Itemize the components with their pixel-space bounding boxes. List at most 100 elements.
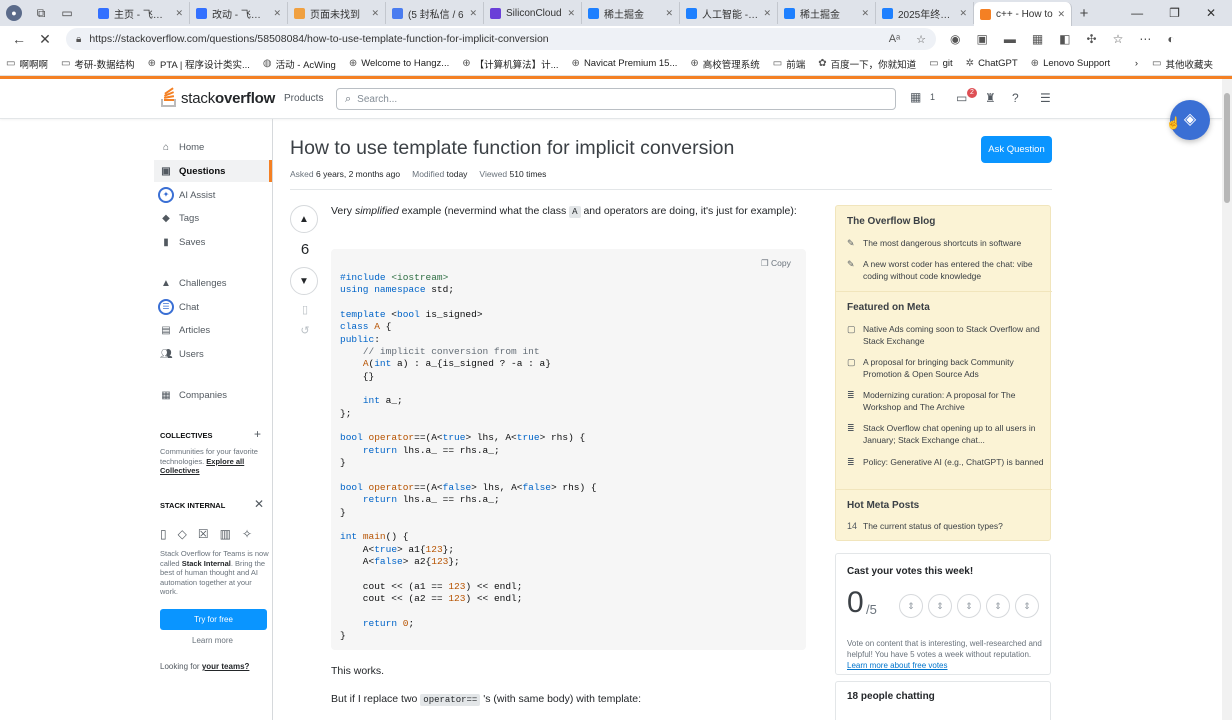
new-tab-icon[interactable]: + xyxy=(1072,5,1096,22)
chat-heading[interactable]: 18 people chatting xyxy=(847,691,935,702)
extensions-puzzle-icon[interactable]: ✣ xyxy=(1087,32,1097,46)
workspaces-icon[interactable]: ⧉ xyxy=(34,6,48,20)
browser-tab-active[interactable]: c++ - How to ✕ xyxy=(974,2,1072,26)
close-tab-icon[interactable]: ✕ xyxy=(469,8,477,19)
scrollbar-thumb[interactable] xyxy=(1224,93,1230,203)
chevron-right-icon[interactable]: › xyxy=(1135,58,1138,69)
browser-tab[interactable]: 改动 - 飞书云 ✕ xyxy=(190,2,288,24)
bookmark-item[interactable]: ▭ 考研-数据结构 xyxy=(61,57,135,71)
browser-tab[interactable]: 稀土掘金 ✕ xyxy=(778,2,876,24)
try-for-free-button[interactable]: Try for free xyxy=(160,609,267,630)
question-title[interactable]: How to use template function for implici… xyxy=(290,137,734,160)
nav-chat[interactable]: ☰ Chat xyxy=(154,296,272,318)
close-tab-icon[interactable]: ✕ xyxy=(371,8,379,19)
browser-tab[interactable]: 2025年终总结 ✕ xyxy=(876,2,974,24)
tab-actions-icon[interactable]: ▭ xyxy=(60,6,74,20)
nav-articles[interactable]: ▤ Articles xyxy=(154,319,272,341)
nav-challenges[interactable]: ▲ Challenges xyxy=(154,272,272,294)
browser-tab[interactable]: 稀土掘金 ✕ xyxy=(582,2,680,24)
add-collective-icon[interactable]: + xyxy=(254,427,261,441)
nav-companies[interactable]: ▦ Companies xyxy=(154,384,272,406)
browser-tab[interactable]: 人工智能 - 掘 ✕ xyxy=(680,2,778,24)
save-bookmark-icon[interactable]: ▯ xyxy=(290,303,320,316)
user-avatar-icon[interactable]: ▦ xyxy=(910,90,921,104)
nav-home[interactable]: ⌂ Home xyxy=(154,136,272,158)
help-icon[interactable]: ? xyxy=(1012,91,1019,105)
close-tab-icon[interactable]: ✕ xyxy=(665,8,673,19)
bookmark-item[interactable]: ⊕ 高校管理系统 xyxy=(690,57,759,71)
search-input[interactable]: ⌕ Search... xyxy=(336,88,896,110)
inbox-icon[interactable]: ▭ xyxy=(956,91,967,105)
close-tab-icon[interactable]: ✕ xyxy=(175,8,183,19)
meta-item[interactable]: ≣ Modernizing curation: A proposal for Th… xyxy=(847,389,1045,413)
extension-image-icon[interactable]: ▦ xyxy=(1032,32,1043,46)
close-tab-icon[interactable]: ✕ xyxy=(959,8,967,19)
bookmark-item[interactable]: ▭ 前端 xyxy=(773,57,805,71)
profile-avatar-icon[interactable]: ● xyxy=(6,5,22,21)
copilot-sidebar-icon[interactable]: ◐ xyxy=(1167,32,1174,46)
downvote-button[interactable]: ▼ xyxy=(290,267,318,295)
your-teams-link[interactable]: your teams? xyxy=(202,662,250,671)
free-votes-link[interactable]: Learn more about free votes xyxy=(847,661,948,670)
bookmark-item[interactable]: ⊕ PTA | 程序设计类实... xyxy=(148,57,250,71)
page-scrollbar[interactable] xyxy=(1222,79,1232,720)
close-tab-icon[interactable]: ✕ xyxy=(567,8,575,19)
browser-tab[interactable]: (5 封私信 / 6 ✕ xyxy=(386,2,484,24)
blog-item[interactable]: ✎ The most dangerous shortcuts in softwar… xyxy=(847,237,1045,249)
nav-tags[interactable]: ◆ Tags xyxy=(154,207,272,229)
modified-value[interactable]: today xyxy=(447,169,468,179)
url-field[interactable]: 🔒︎ https://stackoverflow.com/questions/5… xyxy=(66,28,936,50)
bookmark-item[interactable]: ◍ 活动 - AcWing xyxy=(263,57,336,71)
meta-item[interactable]: ▢ Native Ads coming soon to Stack Overflo… xyxy=(847,323,1045,347)
copy-button[interactable]: ❐ Copy xyxy=(761,258,791,269)
minimize-icon[interactable]: — xyxy=(1131,6,1143,20)
back-icon[interactable]: ← xyxy=(6,31,32,47)
restore-icon[interactable]: ❐ xyxy=(1169,6,1180,20)
achievements-trophy-icon[interactable]: ♜ xyxy=(985,91,996,105)
other-bookmarks[interactable]: ▭ 其他收藏夹 xyxy=(1152,57,1213,71)
bookmark-item[interactable]: ✲ ChatGPT xyxy=(966,58,1018,69)
browser-tab[interactable]: 页面未找到 ✕ xyxy=(288,2,386,24)
hot-meta-item[interactable]: 14 The current status of question types? xyxy=(847,520,1045,532)
products-link[interactable]: Products xyxy=(284,93,323,104)
browser-tab[interactable]: 主页 - 飞书云 ✕ xyxy=(92,2,190,24)
nav-saves[interactable]: ▮ Saves xyxy=(154,231,272,253)
blog-item[interactable]: ✎ A new worst coder has entered the chat:… xyxy=(847,258,1045,282)
bookmark-item[interactable]: ✿ 百度一下，你就知道 xyxy=(818,57,916,71)
close-tab-icon[interactable]: ✕ xyxy=(1057,9,1065,20)
bookmark-item[interactable]: ⊕ 【计算机算法】计... xyxy=(462,57,558,71)
nav-questions[interactable]: ▣ Questions xyxy=(154,160,272,182)
site-switcher-icon[interactable]: ☰ xyxy=(1040,91,1051,105)
nav-ai-assist[interactable]: ✦ AI Assist xyxy=(154,184,272,206)
stop-loading-icon[interactable]: ✕ xyxy=(32,31,58,48)
learn-more-link[interactable]: Learn more xyxy=(152,636,273,645)
meta-item[interactable]: ≣ Policy: Generative AI (e.g., ChatGPT) i… xyxy=(847,456,1045,468)
close-tab-icon[interactable]: ✕ xyxy=(273,8,281,19)
bookmark-item[interactable]: ⊕ Lenovo Support xyxy=(1031,58,1110,69)
extension-folder-icon[interactable]: ▬ xyxy=(1004,32,1016,46)
upvote-button[interactable]: ▲ xyxy=(290,205,318,233)
browser-tab[interactable]: SiliconCloud ✕ xyxy=(484,2,582,24)
read-aloud-icon[interactable]: Aᵃ xyxy=(889,33,900,46)
nav-users[interactable]: 👥︎ Users xyxy=(154,343,272,365)
ask-question-button[interactable]: Ask Question xyxy=(981,136,1052,163)
bookmark-item[interactable]: ⊕ Welcome to Hangz... xyxy=(349,58,449,69)
stackoverflow-logo[interactable]: stackoverflow xyxy=(160,87,275,108)
bookmark-item[interactable]: ▭ git xyxy=(929,58,953,69)
extension-blue-icon[interactable]: ▣ xyxy=(976,32,987,46)
close-tab-icon[interactable]: ✕ xyxy=(763,8,771,19)
history-icon[interactable]: ↺ xyxy=(290,324,320,337)
copilot-icon[interactable]: ◉ xyxy=(950,32,960,46)
bookmark-item[interactable]: ▭ 啊啊啊 xyxy=(6,57,48,71)
meta-item[interactable]: ▢ A proposal for bringing back Community … xyxy=(847,356,1045,380)
close-tab-icon[interactable]: ✕ xyxy=(861,8,869,19)
code-block[interactable]: ❐ Copy #include <iostream> using namespa… xyxy=(331,249,806,650)
meta-item[interactable]: ≣ Stack Overflow chat opening up to all u… xyxy=(847,422,1045,446)
favorites-icon[interactable]: ☆ xyxy=(1113,32,1124,46)
more-menu-icon[interactable]: ⋯ xyxy=(1139,32,1151,46)
close-icon[interactable]: ✕ xyxy=(254,497,264,511)
extension-badge-icon[interactable]: ◧ xyxy=(1059,32,1070,46)
favorite-star-icon[interactable]: ☆ xyxy=(916,33,926,46)
bookmark-item[interactable]: ⊕ Navicat Premium 15... xyxy=(572,58,678,69)
close-window-icon[interactable]: ✕ xyxy=(1206,6,1216,20)
